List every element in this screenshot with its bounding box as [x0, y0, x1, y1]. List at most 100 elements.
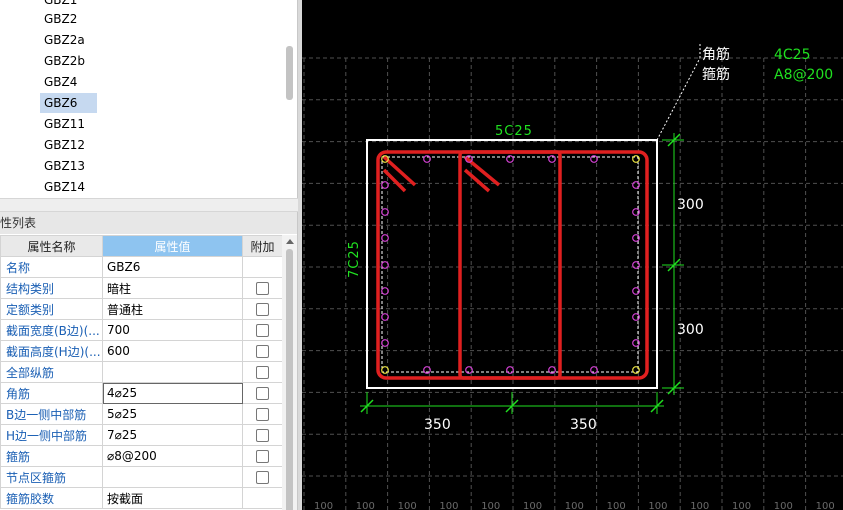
property-extra-checkbox[interactable]	[256, 345, 269, 358]
property-value[interactable]: 暗柱	[102, 277, 243, 299]
grid-scale-label: 100	[816, 501, 835, 510]
property-row[interactable]: 截面宽度(B边)(... 700	[0, 319, 283, 341]
property-row[interactable]: 截面高度(H边)(... 600	[0, 340, 283, 362]
property-extra-checkbox[interactable]	[256, 471, 269, 484]
property-row[interactable]: 箍筋胶数 按截面	[0, 487, 283, 509]
property-row[interactable]: 箍筋 ⌀8@200	[0, 445, 283, 467]
property-value[interactable]: 7⌀25	[102, 424, 243, 446]
column-header-extra[interactable]: 附加	[242, 235, 283, 257]
grid-scale-label: 100	[439, 501, 458, 510]
property-value[interactable]: 4⌀25	[102, 382, 243, 404]
rebar	[381, 234, 389, 242]
dimension-width-right: 350	[570, 417, 597, 433]
property-extra-checkbox[interactable]	[256, 450, 269, 463]
property-extra-checkbox[interactable]	[256, 324, 269, 337]
component-list-item[interactable]: GBZ4	[40, 72, 81, 92]
scroll-thumb[interactable]	[286, 249, 293, 510]
property-name: 节点区箍筋	[0, 466, 103, 488]
property-table: 属性名称 属性值 附加 名称 GBZ6 结构类别 暗柱 定额类别 普通柱 截面宽度(B边)(…	[0, 235, 283, 509]
property-row[interactable]: 结构类别 暗柱	[0, 277, 283, 299]
property-value[interactable]: 按截面	[102, 487, 243, 509]
property-row[interactable]: B边一侧中部筋 5⌀25	[0, 403, 283, 425]
column-header-name[interactable]: 属性名称	[0, 235, 103, 257]
property-extra-checkbox[interactable]	[256, 408, 269, 421]
component-list-item[interactable]: GBZ2b	[40, 51, 89, 71]
component-list-scrollbar[interactable]	[282, 0, 297, 198]
section-drawing[interactable]: 100 100 100 100 100 100 100 100 100 100 100 100 100 5…	[302, 0, 843, 510]
grid-scale-label: 100	[648, 501, 667, 510]
property-row[interactable]: H边一侧中部筋 7⌀25	[0, 424, 283, 446]
property-value[interactable]: 普通柱	[102, 298, 243, 320]
corner-rebar-legend-label: 角筋	[702, 46, 730, 63]
stirrup-hook	[382, 155, 417, 187]
property-scrollbar[interactable]	[282, 235, 297, 510]
grid-scale-label: 100	[690, 501, 709, 510]
side-rebar-label: 7C25	[347, 240, 362, 278]
property-extra-cell	[242, 466, 283, 488]
property-row[interactable]: 全部纵筋	[0, 361, 283, 383]
property-name: 结构类别	[0, 277, 103, 299]
property-table-header: 属性名称 属性值 附加	[0, 235, 283, 257]
corner-rebar-legend-value: 4C25	[774, 47, 811, 63]
component-list-item[interactable]: GBZ2a	[40, 30, 89, 50]
grid-scale-label: 100	[607, 501, 626, 510]
component-list: GBZ1 GBZ2 GBZ2a GBZ2b GBZ4 GBZ6 GBZ11 GBZ12 GBZ1…	[0, 0, 298, 198]
property-extra-checkbox[interactable]	[256, 282, 269, 295]
property-value[interactable]: 600	[102, 340, 243, 362]
component-list-item[interactable]: GBZ14	[40, 177, 89, 197]
property-value[interactable]: GBZ6	[102, 256, 243, 278]
property-extra-cell	[242, 424, 283, 446]
property-extra-checkbox[interactable]	[256, 366, 269, 379]
property-row[interactable]: 角筋 4⌀25	[0, 382, 283, 404]
stirrup-legend-value: A8@200	[774, 67, 833, 83]
grid-scale-label: 100	[565, 501, 584, 510]
panel-splitter[interactable]	[0, 198, 298, 212]
property-extra-cell	[242, 445, 283, 467]
column-header-value[interactable]: 属性值	[102, 235, 243, 257]
property-extra-checkbox[interactable]	[256, 387, 269, 400]
top-rebar-label: 5C25	[495, 124, 533, 139]
property-extra-cell	[242, 403, 283, 425]
property-value[interactable]	[102, 466, 243, 488]
component-list-item[interactable]: GBZ13	[40, 156, 89, 176]
property-value[interactable]	[102, 361, 243, 383]
property-name: 箍筋	[0, 445, 103, 467]
scroll-thumb[interactable]	[286, 46, 293, 100]
component-list-item[interactable]: GBZ2	[40, 9, 81, 29]
property-name: 全部纵筋	[0, 361, 103, 383]
property-value[interactable]: ⌀8@200	[102, 445, 243, 467]
inner-stirrup	[458, 150, 562, 380]
property-extra-checkbox[interactable]	[256, 303, 269, 316]
property-row[interactable]: 定额类别 普通柱	[0, 298, 283, 320]
leader-line	[656, 57, 701, 141]
property-name: B边一侧中部筋	[0, 403, 103, 425]
property-extra-checkbox[interactable]	[256, 429, 269, 442]
property-value[interactable]: 5⌀25	[102, 403, 243, 425]
property-name: H边一侧中部筋	[0, 424, 103, 446]
cover-line	[381, 156, 639, 373]
grid-scale-label: 100	[732, 501, 751, 510]
property-extra-cell	[242, 340, 283, 362]
property-row[interactable]: 节点区箍筋	[0, 466, 283, 488]
component-list-item[interactable]: GBZ12	[40, 135, 89, 155]
property-extra-cell	[242, 277, 283, 299]
dimension-height-top: 300	[677, 197, 704, 213]
component-list-item[interactable]: GBZ11	[40, 114, 89, 134]
property-value[interactable]: 700	[102, 319, 243, 341]
property-panel: 性列表 属性名称 属性值 附加 名称 GBZ6 结构类别 暗柱 定额类别 普通柱 截面宽度(…	[0, 212, 298, 510]
property-name: 截面高度(H边)(...	[0, 340, 103, 362]
property-row[interactable]: 名称 GBZ6	[0, 256, 283, 278]
property-name: 定额类别	[0, 298, 103, 320]
dimension-height-bottom: 300	[677, 322, 704, 338]
grid-scale-label: 100	[398, 501, 417, 510]
grid-scale-label: 100	[314, 501, 333, 510]
stirrup-hook	[463, 155, 501, 187]
property-extra-cell	[242, 382, 283, 404]
scroll-up-arrow-icon[interactable]	[286, 239, 294, 244]
property-extra-cell	[242, 319, 283, 341]
rebar	[381, 339, 389, 347]
grid-scale-label: 100	[523, 501, 542, 510]
component-list-item[interactable]: GBZ6	[40, 93, 97, 113]
section-drawing-canvas[interactable]: 100 100 100 100 100 100 100 100 100 100 100 100 100 5…	[302, 0, 843, 510]
property-extra-cell	[242, 487, 283, 509]
